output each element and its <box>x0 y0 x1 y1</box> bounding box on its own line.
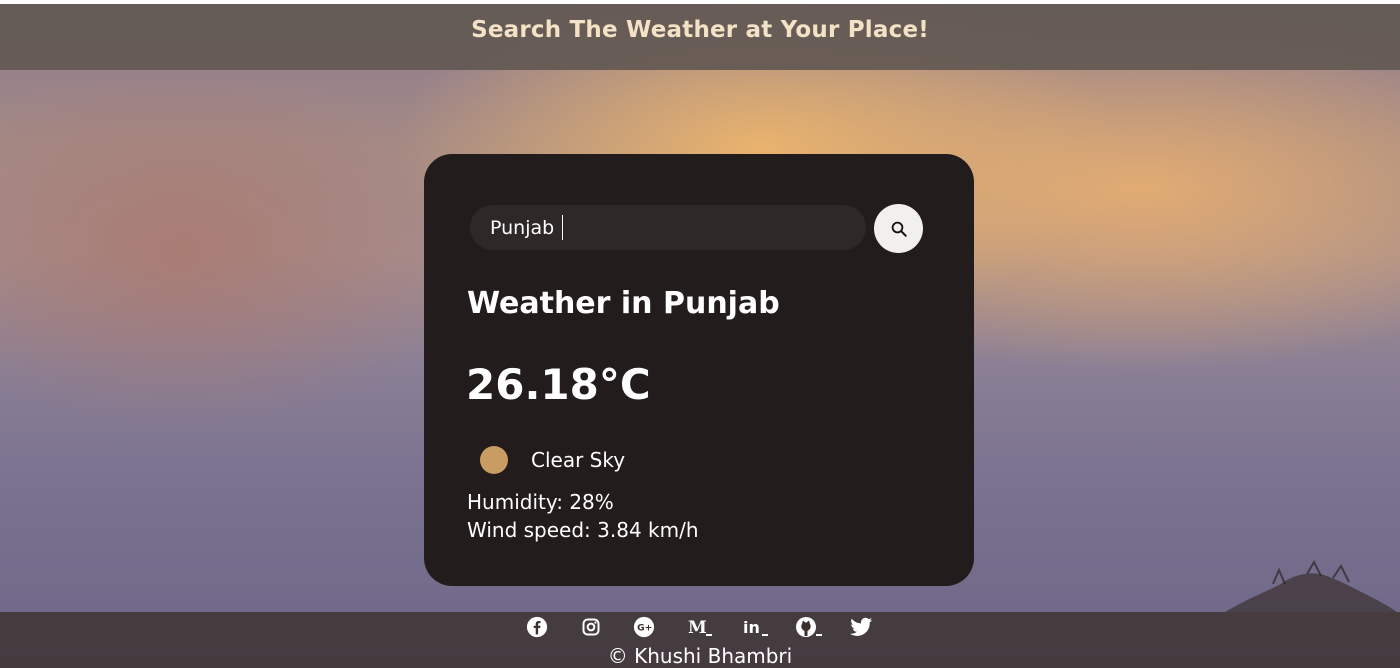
linkedin-icon[interactable]: in <box>742 616 770 638</box>
twitter-icon[interactable] <box>849 616 873 638</box>
facebook-icon[interactable] <box>525 616 549 638</box>
search-button[interactable] <box>874 204 923 253</box>
search-input[interactable] <box>470 205 866 250</box>
temperature: 26.18°C <box>466 360 651 409</box>
github-icon[interactable] <box>795 616 823 638</box>
wind-speed: Wind speed: 3.84 km/h <box>467 518 699 542</box>
search-icon <box>890 220 908 238</box>
instagram-icon[interactable] <box>579 616 603 638</box>
page-header: Search The Weather at Your Place! <box>0 4 1400 70</box>
city-title: Weather in Punjab <box>467 286 780 321</box>
svg-text:in: in <box>743 618 760 637</box>
medium-icon[interactable]: M <box>686 616 714 638</box>
humidity: Humidity: 28% <box>467 490 614 514</box>
weather-icon <box>480 446 508 474</box>
page-title: Search The Weather at Your Place! <box>471 17 929 43</box>
copyright: © Khushi Bhambri <box>607 644 793 668</box>
svg-text:G+: G+ <box>637 623 652 634</box>
google-plus-icon[interactable]: G+ <box>632 616 656 638</box>
search-caret <box>562 215 563 240</box>
weather-condition: Clear Sky <box>480 446 625 474</box>
weather-description: Clear Sky <box>531 448 626 472</box>
tree-silhouette <box>1225 560 1397 612</box>
weather-card: Weather in Punjab 26.18°C Clear Sky Humi… <box>424 154 974 586</box>
social-links: G+ M in <box>525 616 875 638</box>
svg-text:M: M <box>688 618 707 638</box>
